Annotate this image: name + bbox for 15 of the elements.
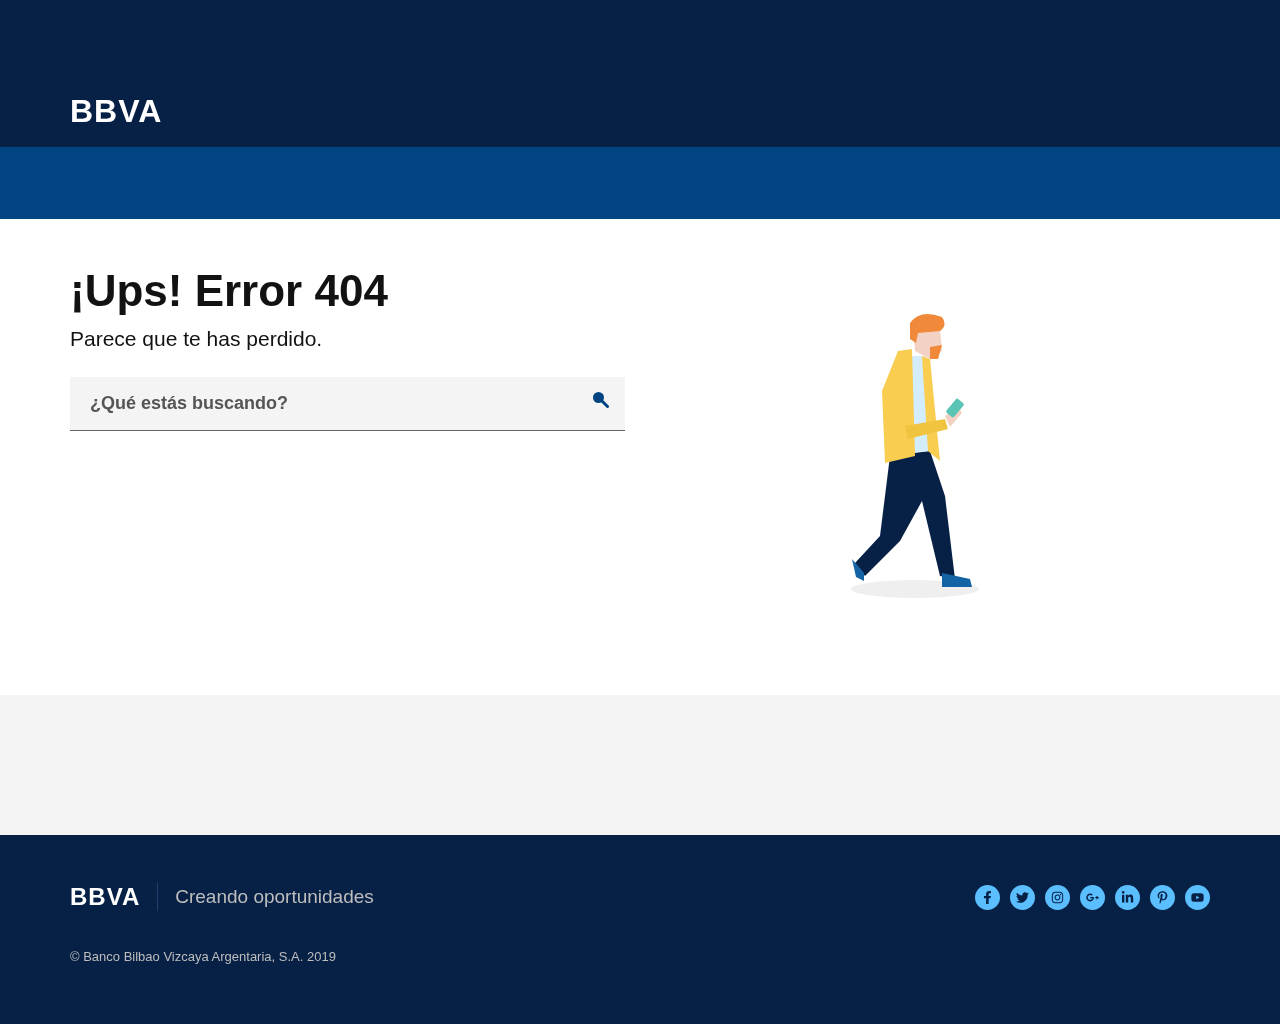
google-plus-icon[interactable] <box>1080 884 1105 910</box>
instagram-icon[interactable] <box>1045 884 1070 910</box>
tagline: Creando oportunidades <box>175 886 374 908</box>
twitter-icon[interactable] <box>1010 884 1035 910</box>
copyright-text: © Banco Bilbao Vizcaya Argentaria, S.A. 2019 <box>70 949 337 964</box>
pinterest-icon[interactable] <box>1150 884 1175 910</box>
search-icon[interactable] <box>592 391 609 409</box>
search-field[interactable]: ¿Qué estás buscando? <box>70 377 625 432</box>
error-title: ¡Ups! Error 404 <box>70 267 389 316</box>
youtube-icon[interactable] <box>1185 884 1210 910</box>
linkedin-icon[interactable] <box>1115 884 1140 910</box>
bbva-logo[interactable]: BBVA <box>70 95 163 127</box>
bbva-logo[interactable]: BBVA <box>70 885 141 909</box>
error-subtitle: Parece que te has perdido. <box>70 327 324 352</box>
facebook-icon[interactable] <box>975 884 1000 910</box>
